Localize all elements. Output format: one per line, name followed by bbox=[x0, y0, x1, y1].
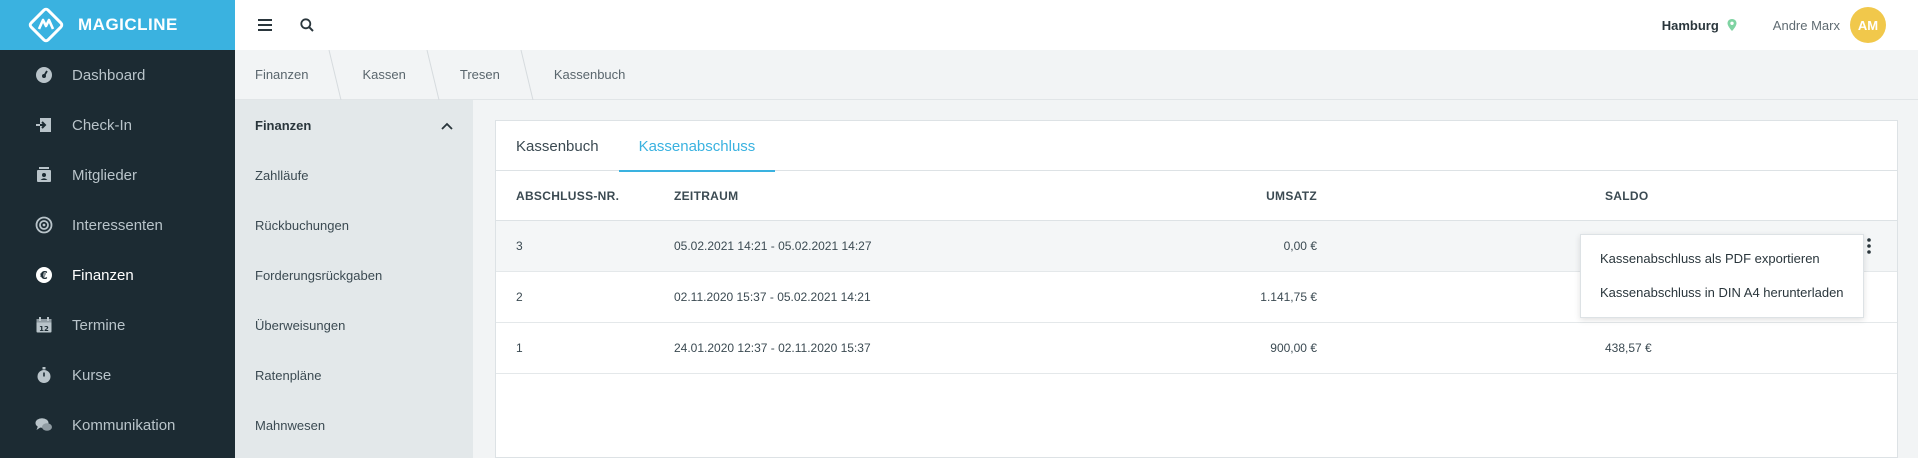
calendar-icon: 12 bbox=[34, 315, 54, 335]
table-header: ABSCHLUSS-NR. ZEITRAUM UMSATZ SALDO bbox=[496, 171, 1897, 221]
cell-zeitraum: 02.11.2020 15:37 - 05.02.2021 14:21 bbox=[674, 290, 871, 304]
column-header-saldo[interactable]: SALDO bbox=[1317, 189, 1648, 203]
more-options-icon[interactable] bbox=[1863, 234, 1875, 258]
cell-umsatz: 900,00 € bbox=[1270, 341, 1317, 355]
brand-name: MAGICLINE bbox=[78, 15, 178, 34]
stopwatch-icon bbox=[34, 365, 54, 385]
main-nav: Dashboard Check-In Mitglieder Interessen… bbox=[0, 50, 235, 450]
magicline-logo-icon bbox=[28, 7, 64, 43]
cell-zeitraum: 05.02.2021 14:21 - 05.02.2021 14:27 bbox=[674, 239, 872, 253]
cell-zeitraum: 24.01.2020 12:37 - 02.11.2020 15:37 bbox=[674, 341, 871, 355]
subnav-header-finanzen[interactable]: Finanzen bbox=[235, 100, 473, 150]
search-icon[interactable] bbox=[297, 15, 317, 35]
finance-subnav: Finanzen Zahlläufe Rückbuchungen Forderu… bbox=[235, 100, 473, 458]
cell-umsatz: 1.141,75 € bbox=[1260, 290, 1317, 304]
sidebar-item-label: Mitglieder bbox=[72, 166, 138, 184]
sidebar-item-kommunikation[interactable]: Kommunikation bbox=[0, 400, 235, 450]
breadcrumb-separator-icon bbox=[426, 49, 440, 100]
sidebar-item-label: Interessenten bbox=[72, 216, 163, 234]
breadcrumb-item-finanzen[interactable]: Finanzen bbox=[235, 50, 328, 100]
menu-item-export-pdf[interactable]: Kassenabschluss als PDF exportieren bbox=[1581, 241, 1863, 275]
svg-text:€: € bbox=[39, 269, 48, 282]
sidebar-item-dashboard[interactable]: Dashboard bbox=[0, 50, 235, 100]
tab-kassenbuch[interactable]: Kassenbuch bbox=[496, 121, 619, 171]
column-header-umsatz[interactable]: UMSATZ bbox=[924, 189, 1317, 203]
target-icon bbox=[34, 215, 54, 235]
location-selector[interactable]: Hamburg bbox=[1662, 18, 1719, 33]
breadcrumb-item-kassenbuch[interactable]: Kassenbuch bbox=[534, 50, 646, 100]
menu-item-download-din-a4[interactable]: Kassenabschluss in DIN A4 herunterladen bbox=[1581, 275, 1863, 309]
sidebar-item-label: Check-In bbox=[72, 116, 133, 134]
sidebar-item-mitglieder[interactable]: Mitglieder bbox=[0, 150, 235, 200]
subnav-item-rueckbuchungen[interactable]: Rückbuchungen bbox=[235, 200, 473, 250]
avatar[interactable]: AM bbox=[1850, 7, 1886, 43]
subnav-item-forderungsrueckgaben[interactable]: Forderungsrückgaben bbox=[235, 250, 473, 300]
subnav-header-label: Finanzen bbox=[255, 117, 312, 133]
cell-abschluss-nr: 2 bbox=[516, 290, 523, 304]
sidebar-item-finanzen[interactable]: € Finanzen bbox=[0, 250, 235, 300]
member-card-icon bbox=[34, 165, 54, 185]
breadcrumb-item-kassen[interactable]: Kassen bbox=[342, 50, 425, 100]
sidebar-item-interessenten[interactable]: Interessenten bbox=[0, 200, 235, 250]
sidebar-item-label: Finanzen bbox=[72, 266, 134, 284]
column-header-abschluss-nr[interactable]: ABSCHLUSS-NR. bbox=[496, 189, 674, 203]
sidebar-item-termine[interactable]: 12 Termine bbox=[0, 300, 235, 350]
euro-icon: € bbox=[34, 265, 54, 285]
sidebar-item-label: Kurse bbox=[72, 366, 112, 384]
subnav-item-ueberweisungen[interactable]: Überweisungen bbox=[235, 300, 473, 350]
top-bar: Hamburg Andre Marx AM bbox=[235, 0, 1918, 50]
cell-abschluss-nr: 1 bbox=[516, 341, 523, 355]
breadcrumb-item-tresen[interactable]: Tresen bbox=[440, 50, 520, 100]
sidebar-item-check-in[interactable]: Check-In bbox=[0, 100, 235, 150]
subnav-item-zahllaeufe[interactable]: Zahlläufe bbox=[235, 150, 473, 200]
location-pin-icon[interactable] bbox=[1725, 18, 1739, 32]
sidebar: MAGICLINE Dashboard Check-In Mitglieder … bbox=[0, 0, 235, 458]
sidebar-item-label: Kommunikation bbox=[72, 416, 176, 434]
breadcrumb-separator-icon bbox=[328, 49, 342, 100]
dashboard-gauge-icon bbox=[34, 65, 54, 85]
tab-bar: Kassenbuch Kassenabschluss bbox=[496, 121, 1897, 172]
cell-saldo: 438,57 € bbox=[1605, 341, 1652, 355]
hamburger-menu-icon[interactable] bbox=[255, 15, 275, 35]
sidebar-item-kurse[interactable]: Kurse bbox=[0, 350, 235, 400]
cell-umsatz: 0,00 € bbox=[1283, 239, 1317, 253]
brand-header[interactable]: MAGICLINE bbox=[0, 0, 235, 50]
chevron-up-icon[interactable] bbox=[441, 118, 453, 133]
subnav-item-ratenplaene[interactable]: Ratenpläne bbox=[235, 350, 473, 400]
svg-text:12: 12 bbox=[39, 325, 49, 333]
tab-kassenabschluss[interactable]: Kassenabschluss bbox=[618, 121, 776, 172]
breadcrumb-separator-icon bbox=[520, 49, 534, 100]
table-row[interactable]: 1 24.01.2020 12:37 - 02.11.2020 15:37 90… bbox=[496, 323, 1897, 374]
sidebar-item-label: Dashboard bbox=[72, 66, 146, 84]
sign-in-icon bbox=[34, 115, 54, 135]
column-header-zeitraum[interactable]: ZEITRAUM bbox=[674, 189, 924, 203]
cell-abschluss-nr: 3 bbox=[516, 239, 523, 253]
chat-icon bbox=[34, 415, 54, 435]
user-name[interactable]: Andre Marx bbox=[1773, 18, 1840, 33]
row-actions-dropdown: Kassenabschluss als PDF exportieren Kass… bbox=[1580, 234, 1864, 318]
subnav-item-mahnwesen[interactable]: Mahnwesen bbox=[235, 400, 473, 450]
top-bar-right: Hamburg Andre Marx AM bbox=[1662, 7, 1918, 43]
sidebar-item-label: Termine bbox=[72, 316, 126, 334]
breadcrumb: Finanzen Kassen Tresen Kassenbuch bbox=[235, 49, 1918, 100]
